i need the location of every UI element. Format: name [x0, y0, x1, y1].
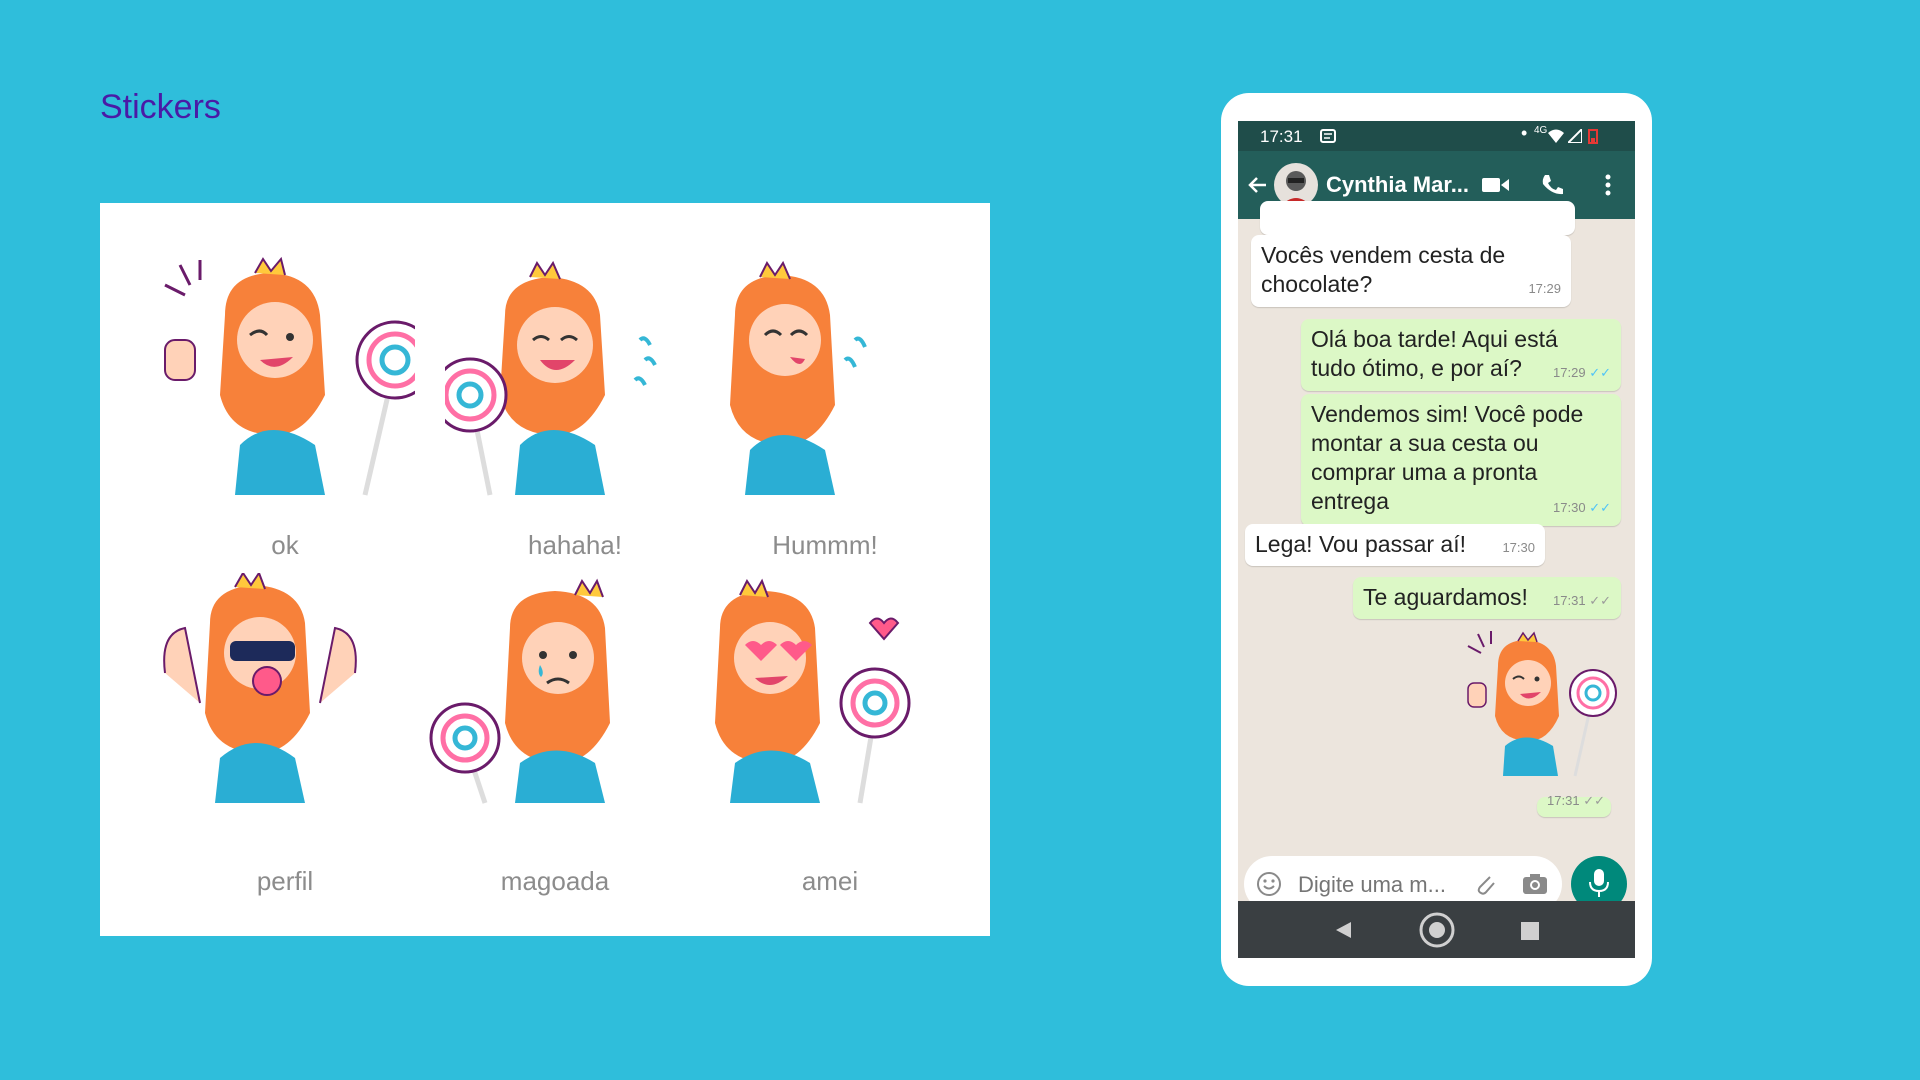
sticker-magoada[interactable]: magoada [425, 573, 685, 896]
sticker-hummm[interactable]: Hummm! [695, 255, 955, 560]
sticker-magoada-illustration [429, 578, 610, 804]
message-line: Vocês vendem cesta de [1261, 242, 1506, 268]
sticker-amei[interactable]: amei [700, 573, 960, 896]
sticker-label: magoada [500, 866, 610, 896]
message-line: Vendemos sim! Você pode [1311, 401, 1584, 427]
message-input[interactable] [1296, 870, 1480, 900]
dot-icon: • [1521, 123, 1528, 143]
sticker-amei-illustration [715, 578, 911, 804]
network-type: 4G [1534, 125, 1548, 136]
message-bubble-outgoing[interactable]: Te aguardamos! 17:31 ✓✓ [1353, 577, 1621, 619]
message-bubble-partial [1260, 201, 1575, 235]
sticker-ok[interactable]: ok [155, 255, 415, 560]
sticker-label: hahaha! [528, 530, 622, 560]
paperclip-icon[interactable] [1472, 871, 1498, 897]
nav-back-icon[interactable] [1333, 920, 1353, 940]
double-check-icon: ✓✓ [1589, 593, 1611, 608]
sticker-label: ok [271, 530, 299, 560]
phone-mockup: 17:31 • 4G Cynthia Mar... Vocês vendem c… [1221, 93, 1652, 986]
chat-area[interactable]: Vocês vendem cesta de chocolate? 17:29 O… [1238, 201, 1635, 849]
message-time: 17:30 [1502, 540, 1535, 555]
more-vert-icon[interactable] [1604, 173, 1612, 197]
message-time: 17:29 [1553, 365, 1586, 380]
message-bubble-incoming[interactable]: Vocês vendem cesta de chocolate? 17:29 [1251, 235, 1571, 307]
message-bubble-outgoing[interactable]: Olá boa tarde! Aqui está tudo ótimo, e p… [1301, 319, 1621, 391]
message-line: chocolate? [1261, 271, 1373, 297]
status-bar: 17:31 • 4G [1238, 121, 1635, 151]
message-bubble-incoming[interactable]: Lega! Vou passar aí! 17:30 [1245, 524, 1545, 566]
message-time: 17:29 [1528, 281, 1561, 296]
status-time: 17:31 [1260, 127, 1303, 146]
message-time: 17:31 [1547, 793, 1580, 808]
nav-recents-icon[interactable] [1521, 922, 1539, 940]
sticker-hummm-illustration [730, 260, 867, 495]
camera-icon[interactable] [1522, 872, 1548, 896]
microphone-icon [1589, 869, 1609, 897]
sticker-meta: 17:31 ✓✓ [1537, 793, 1611, 817]
double-check-icon: ✓✓ [1589, 365, 1611, 380]
sticker-ok-illustration [164, 256, 415, 496]
message-meta: 17:29 ✓✓ [1553, 358, 1611, 387]
message-meta: 17:31 ✓✓ [1547, 786, 1605, 815]
sticker-message[interactable] [1463, 631, 1618, 791]
page-title: Stickers [100, 88, 221, 126]
double-check-icon: ✓✓ [1583, 793, 1605, 808]
message-meta: 17:31 ✓✓ [1553, 586, 1611, 615]
message-line: montar a sua cesta ou [1311, 430, 1539, 456]
arrow-left-icon[interactable] [1246, 173, 1270, 197]
sticker-panel: ok hahaha! Hummm! perfil magoada amei [100, 203, 990, 936]
message-meta: 17:30 ✓✓ [1553, 493, 1611, 522]
message-line: comprar uma a pronta [1311, 459, 1538, 485]
message-time: 17:30 [1553, 500, 1586, 515]
contact-name[interactable]: Cynthia Mar... [1326, 172, 1469, 198]
sticker-perfil[interactable]: perfil [155, 573, 415, 896]
message-notification-icon [1320, 129, 1336, 143]
sticker-label: Hummm! [772, 530, 878, 560]
double-check-icon: ✓✓ [1589, 500, 1611, 515]
nav-home-icon[interactable] [1418, 911, 1456, 949]
android-nav-bar [1238, 901, 1635, 958]
sticker-label: perfil [256, 866, 314, 896]
sticker-perfil-illustration [163, 573, 357, 803]
message-bubble-outgoing[interactable]: Vendemos sim! Você pode montar a sua ces… [1301, 394, 1621, 526]
emoji-icon[interactable] [1256, 871, 1282, 897]
phone-icon[interactable] [1540, 173, 1564, 197]
sticker-label: amei [801, 866, 859, 896]
sticker-hahaha-illustration [445, 260, 657, 496]
signal-icon [1568, 129, 1582, 143]
wifi-icon [1548, 129, 1564, 143]
phone-screen: 17:31 • 4G Cynthia Mar... Vocês vendem c… [1238, 121, 1635, 958]
sticker-ok-mini-illustration [1467, 631, 1617, 777]
message-line: Lega! Vou passar aí! [1255, 531, 1466, 557]
sticker-hahaha[interactable]: hahaha! [445, 255, 705, 560]
video-camera-icon[interactable] [1482, 175, 1510, 195]
battery-low-icon [1588, 129, 1598, 144]
message-time: 17:31 [1553, 593, 1586, 608]
message-line: Olá boa tarde! Aqui está [1311, 326, 1558, 352]
